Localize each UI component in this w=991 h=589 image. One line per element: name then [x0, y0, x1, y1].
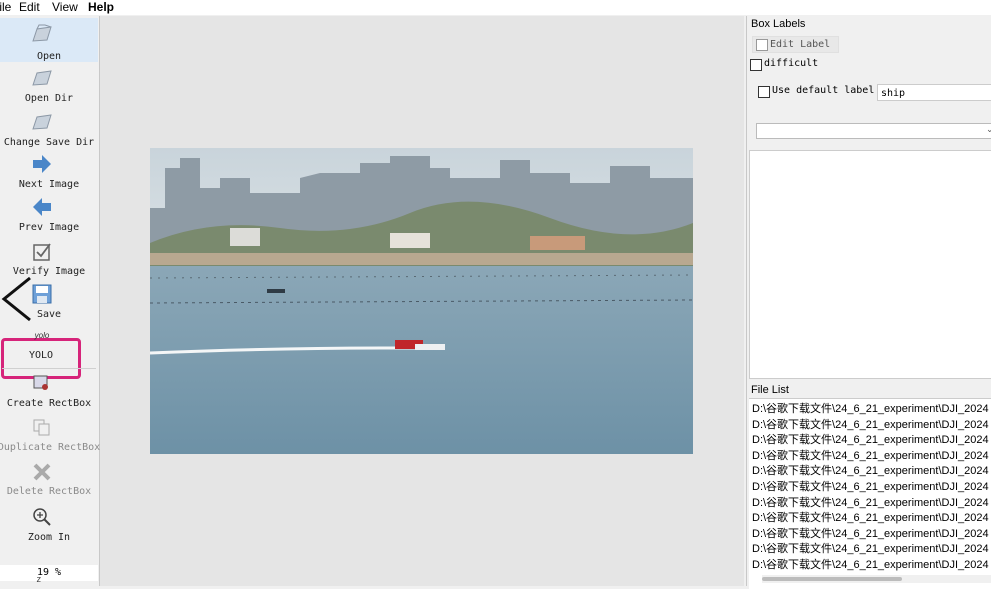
yolo-icon: yolo — [34, 331, 50, 340]
default-label-input[interactable]: ship — [877, 84, 991, 101]
file-list-item[interactable]: D:\谷歌下载文件\24_6_21_experiment\DJI_2024 — [752, 496, 989, 510]
pencil-icon — [756, 39, 768, 51]
difficult-label: difficult — [764, 58, 819, 69]
floppy-disk-icon — [32, 284, 52, 304]
file-list-title: File List — [751, 384, 789, 396]
rectbox-icon — [33, 375, 48, 390]
file-list-item[interactable]: D:\谷歌下载文件\24_6_21_experiment\DJI_2024 — [752, 527, 989, 541]
arrow-left-icon — [33, 198, 51, 216]
file-list-item[interactable]: D:\谷歌下载文件\24_6_21_experiment\DJI_2024 — [752, 402, 989, 416]
use-default-label-text: Use default label — [772, 85, 875, 96]
duplicate-rectbox-label: Duplicate RectBox — [0, 442, 101, 453]
file-list-item[interactable]: D:\谷歌下载文件\24_6_21_experiment\DJI_2024 — [752, 480, 989, 494]
file-list-item[interactable]: D:\谷歌下载文件\24_6_21_experiment\DJI_2024 — [752, 464, 989, 478]
zoom-value-field[interactable]: 19 % — [0, 565, 98, 581]
file-list-item[interactable]: D:\谷歌下载文件\24_6_21_experiment\DJI_2024 — [752, 542, 989, 556]
zoom-in-button[interactable]: Zoom In — [0, 504, 98, 546]
left-toolbar: Open Open Dir Change Save Dir Next Image… — [0, 16, 100, 586]
loaded-image — [150, 148, 693, 454]
chevron-down-icon: ⌄ — [986, 124, 991, 134]
label-combobox[interactable]: ⌄ — [756, 123, 991, 139]
zoom-in-label: Zoom In — [27, 532, 71, 543]
file-list[interactable]: D:\谷歌下载文件\24_6_21_experiment\DJI_2024 D:… — [749, 398, 991, 589]
right-dock: Box Labels Edit Label difficult Use defa… — [746, 16, 991, 589]
folder-icon — [32, 24, 52, 42]
label-list[interactable] — [749, 150, 991, 379]
delete-rectbox-label: Delete RectBox — [6, 486, 92, 497]
menu-edit[interactable]: Edit — [19, 0, 40, 14]
next-image-button[interactable]: Next Image — [0, 151, 98, 193]
toolbar-more[interactable]: z — [36, 575, 41, 585]
folder-icon — [32, 114, 52, 130]
open-dir-button[interactable]: Open Dir — [0, 64, 98, 106]
create-rectbox-label: Create RectBox — [6, 398, 92, 409]
menu-file[interactable]: File — [0, 0, 11, 14]
copy-icon — [33, 419, 50, 436]
horizontal-scrollbar[interactable] — [762, 575, 991, 583]
file-list-item[interactable]: D:\谷歌下载文件\24_6_21_experiment\DJI_2024 — [752, 433, 989, 447]
menu-view[interactable]: View — [52, 0, 78, 14]
folder-icon — [32, 70, 52, 86]
edit-label-button[interactable]: Edit Label — [752, 36, 839, 53]
file-list-item[interactable]: D:\谷歌下载文件\24_6_21_experiment\DJI_2024 — [752, 558, 989, 572]
yolo-button[interactable]: yolo YOLO — [0, 325, 98, 365]
menu-help[interactable]: Help — [88, 0, 114, 14]
open-label: Open — [36, 51, 62, 62]
scrollbar-thumb[interactable] — [762, 577, 902, 581]
verify-image-button[interactable]: Verify Image — [0, 238, 98, 280]
toolbar-divider — [2, 368, 96, 369]
change-save-dir-button[interactable]: Change Save Dir — [0, 108, 98, 150]
change-save-dir-label: Change Save Dir — [3, 137, 95, 148]
edit-label-text: Edit Label — [770, 39, 831, 50]
prev-image-button[interactable]: Prev Image — [0, 194, 98, 236]
file-list-item[interactable]: D:\谷歌下载文件\24_6_21_experiment\DJI_2024 — [752, 449, 989, 463]
open-dir-label: Open Dir — [24, 93, 74, 104]
annotation-arrow-icon — [1, 276, 31, 322]
menu-bar: File Edit View Help — [0, 0, 991, 15]
yolo-label: YOLO — [28, 350, 54, 361]
checkbox-check-icon — [33, 243, 51, 261]
file-list-item[interactable]: D:\谷歌下载文件\24_6_21_experiment\DJI_2024 — [752, 511, 989, 525]
use-default-label-checkbox[interactable] — [758, 86, 770, 98]
difficult-checkbox[interactable] — [750, 59, 762, 71]
delete-rectbox-button[interactable]: Delete RectBox — [0, 458, 98, 500]
open-button[interactable]: Open — [0, 18, 98, 62]
duplicate-rectbox-button[interactable]: Duplicate RectBox — [0, 414, 100, 456]
zoom-in-icon — [33, 508, 51, 526]
prev-image-label: Prev Image — [18, 222, 80, 233]
file-list-item[interactable]: D:\谷歌下载文件\24_6_21_experiment\DJI_2024 — [752, 418, 989, 432]
box-labels-title: Box Labels — [751, 18, 806, 30]
close-icon — [33, 463, 51, 481]
create-rectbox-button[interactable]: Create RectBox — [0, 370, 98, 412]
arrow-right-icon — [33, 155, 51, 173]
next-image-label: Next Image — [18, 179, 80, 190]
